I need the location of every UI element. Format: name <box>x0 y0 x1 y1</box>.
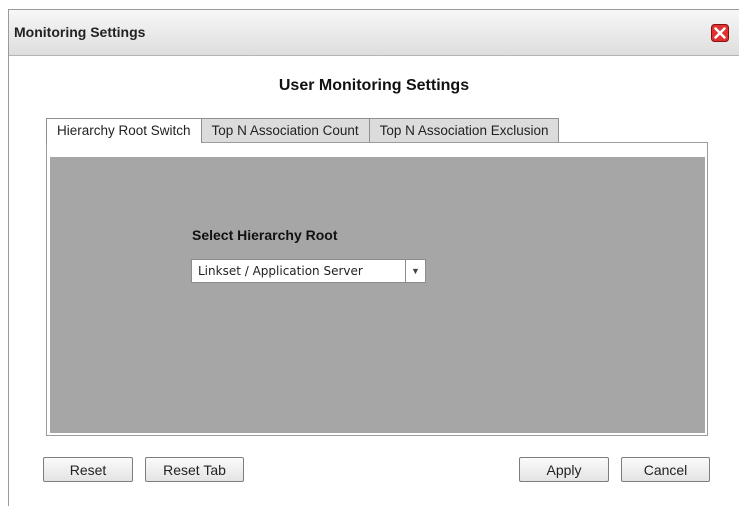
tab-bar: Hierarchy Root Switch Top N Association … <box>46 118 560 143</box>
title-bar[interactable]: Monitoring Settings <box>9 10 739 56</box>
cancel-button[interactable]: Cancel <box>621 457 710 482</box>
hierarchy-root-select[interactable]: Linkset / Application Server ▼ <box>191 259 426 283</box>
apply-button[interactable]: Apply <box>519 457 609 482</box>
reset-tab-button[interactable]: Reset Tab <box>145 457 244 482</box>
hierarchy-root-label: Select Hierarchy Root <box>192 227 338 243</box>
tab-panel-content: Select Hierarchy Root Linkset / Applicat… <box>50 157 705 433</box>
close-icon[interactable] <box>711 24 729 42</box>
tab-top-n-association-exclusion[interactable]: Top N Association Exclusion <box>368 118 560 142</box>
chevron-down-icon[interactable]: ▼ <box>405 260 425 282</box>
tab-hierarchy-root-switch[interactable]: Hierarchy Root Switch <box>46 118 202 143</box>
tab-top-n-association-count[interactable]: Top N Association Count <box>200 118 370 142</box>
hierarchy-root-value: Linkset / Application Server <box>198 264 363 278</box>
reset-button[interactable]: Reset <box>43 457 133 482</box>
tab-panel: Select Hierarchy Root Linkset / Applicat… <box>46 142 708 436</box>
monitoring-settings-dialog: Monitoring Settings User Monitoring Sett… <box>8 9 739 506</box>
dialog-heading: User Monitoring Settings <box>278 77 470 94</box>
window-title: Monitoring Settings <box>14 24 146 40</box>
